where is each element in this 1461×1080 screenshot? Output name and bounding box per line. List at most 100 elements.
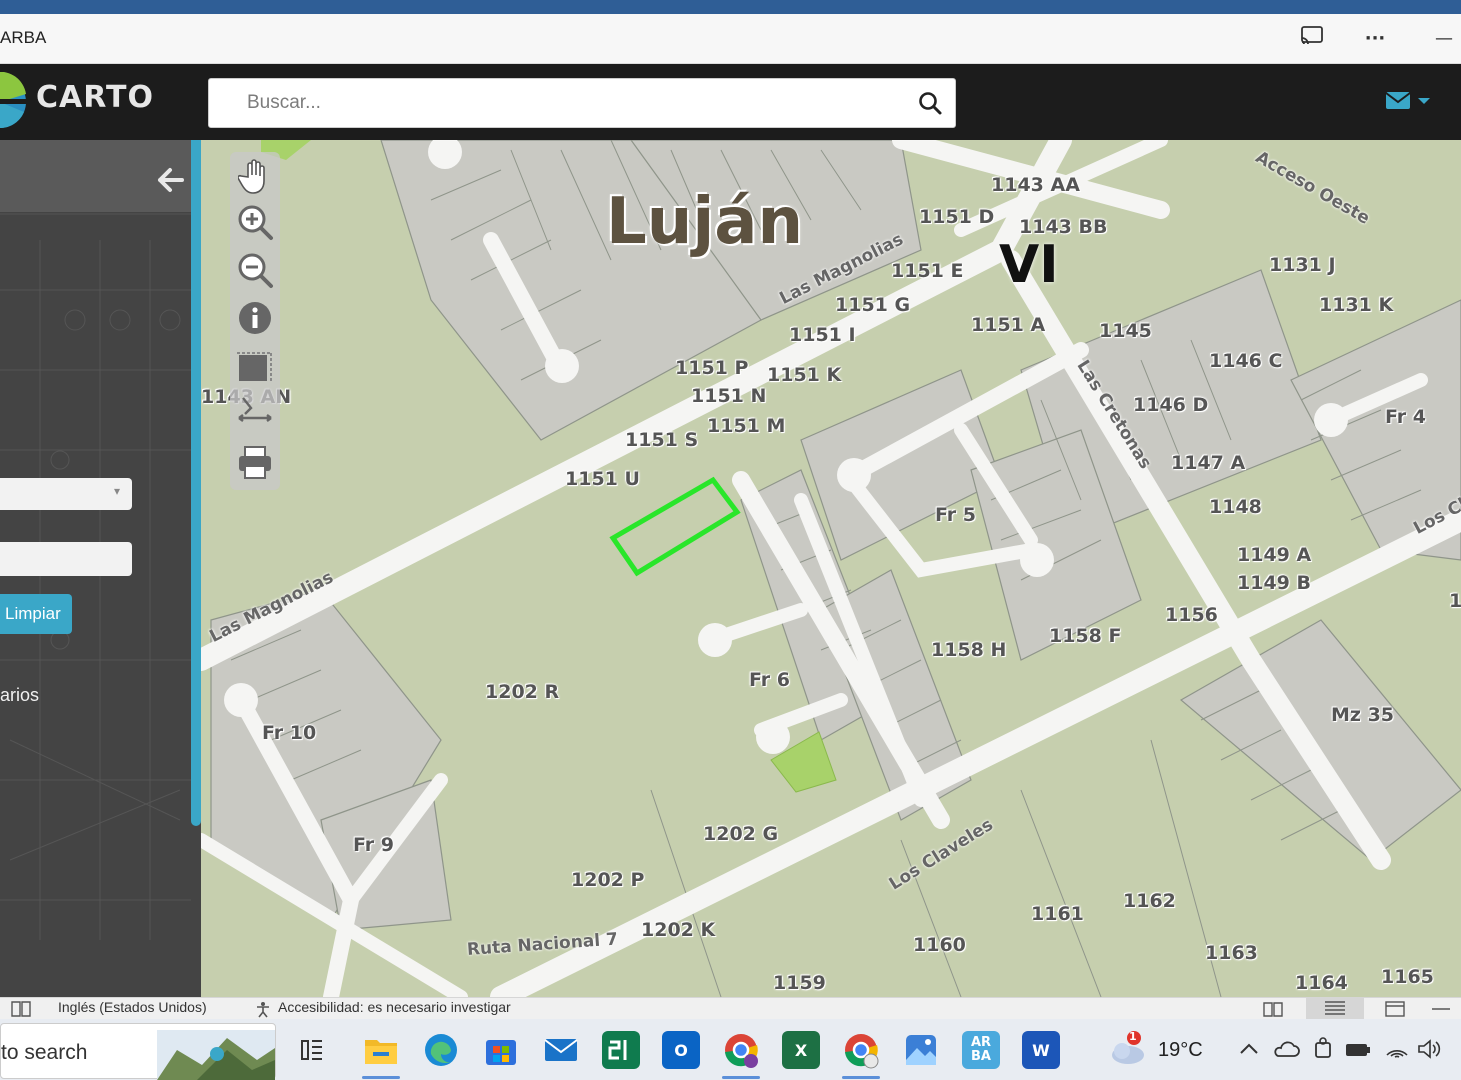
weather-icon[interactable]: 1 (1108, 1030, 1148, 1067)
parcel-label: 1158 H (931, 639, 1007, 661)
parcel-label: Fr 5 (935, 504, 976, 526)
read-mode-icon[interactable] (1262, 1000, 1284, 1018)
results-label: arios (0, 685, 40, 705)
parcel-label: 1149 A (1237, 544, 1312, 566)
parcel-label: 1149 B (1237, 572, 1311, 594)
parcel-label: 1163 (1205, 942, 1258, 964)
web-layout-icon[interactable] (1384, 1000, 1406, 1018)
parcel-label: 1158 F (1049, 625, 1122, 647)
weather-badge: 1 (1129, 1030, 1137, 1043)
zoom-slider-icon[interactable] (1430, 1006, 1452, 1012)
edge-browser-icon[interactable] (422, 1031, 460, 1069)
parcel-label: 1151 D (919, 206, 995, 228)
accessibility-status[interactable]: Accesibilidad: es necesario investigar (278, 999, 511, 1015)
search-input[interactable] (247, 89, 887, 117)
cast-icon[interactable] (1294, 24, 1330, 54)
outlook-icon[interactable]: O (662, 1031, 700, 1069)
info-icon[interactable] (233, 296, 277, 340)
clear-button[interactable]: Limpiar (0, 594, 72, 634)
search-box (208, 78, 956, 128)
parcel-label: Fr 4 (1385, 406, 1426, 428)
parcel-label: 1151 G (835, 294, 911, 316)
parcel-label: Fr 9 (353, 834, 394, 856)
parcel-label: 1146 D (1133, 394, 1209, 416)
parcel-label: 1165 (1381, 966, 1434, 988)
brand-name: CARTO (36, 80, 154, 115)
window-title: ARBA (0, 28, 47, 47)
chrome-icon[interactable] (842, 1031, 880, 1079)
sidebar-edge (191, 140, 201, 826)
temperature[interactable]: 19°C (1158, 1039, 1203, 1062)
volume-icon[interactable] (1416, 1039, 1442, 1059)
parcel-label: 1143 BB (1019, 216, 1108, 238)
file-explorer-icon[interactable] (362, 1031, 400, 1079)
filter-select[interactable]: ▾ (0, 478, 132, 510)
task-view-icon[interactable] (292, 1031, 330, 1069)
app-navbar: CARTO (0, 64, 1461, 140)
pan-icon[interactable] (233, 154, 277, 198)
city-label: Luján (606, 185, 804, 259)
zoom-out-icon[interactable] (233, 248, 277, 292)
language-status[interactable]: Inglés (Estados Unidos) (58, 999, 207, 1015)
parcel-label: 1151 P (675, 357, 749, 379)
parcel-label: 1202 P (571, 869, 645, 891)
mail-icon[interactable] (542, 1031, 580, 1069)
chevron-down-icon: ▾ (113, 484, 120, 498)
parcel-label: 1162 (1123, 890, 1176, 912)
parcel-label: 1151 N (691, 385, 767, 407)
battery-icon[interactable] (1344, 1041, 1372, 1059)
parcel-label: 1151 K (767, 364, 842, 386)
status-bar: Inglés (Estados Unidos) Accesibilidad: e… (0, 997, 1461, 1019)
carto-logo-icon (0, 71, 28, 132)
search-icon[interactable] (917, 90, 945, 118)
parcel-label: 1151 U (565, 468, 640, 490)
chevron-up-icon[interactable] (1238, 1041, 1260, 1057)
chrome-profile-icon[interactable] (722, 1031, 760, 1079)
meet-now-icon[interactable] (1312, 1037, 1336, 1061)
search-highlight-image (157, 1030, 275, 1080)
parcel-label: 1151 A (971, 314, 1046, 336)
parcel-label: 1131 K (1319, 294, 1394, 316)
map-toolbar (230, 152, 280, 490)
parcel-label: 1147 A (1171, 452, 1246, 474)
window-top-stripe (0, 0, 1461, 14)
sidebar-panel: ▾ Limpiar arios (0, 140, 201, 997)
word-icon[interactable]: W (1022, 1031, 1060, 1069)
excel-icon[interactable]: X (782, 1031, 820, 1069)
parcel-label: 1156 (1165, 604, 1218, 626)
parcel-label: 1202 R (485, 681, 560, 703)
calendar-app-icon[interactable] (602, 1031, 640, 1069)
parcel-label: 1160 (913, 934, 966, 956)
taskbar-search[interactable]: to search (0, 1023, 276, 1080)
parcel-label: 1148 (1209, 496, 1262, 518)
print-icon[interactable] (233, 440, 277, 484)
parcel-label: 1143 AA (991, 174, 1080, 196)
print-layout-button[interactable] (1306, 997, 1364, 1019)
messages-dropdown-button[interactable] (1384, 86, 1436, 116)
parcel-label: 1159 (773, 972, 826, 994)
book-icon (11, 1001, 31, 1017)
wifi-icon[interactable] (1384, 1039, 1410, 1059)
parcel-label: 1202 G (703, 823, 779, 845)
minimize-button[interactable]: — (1426, 24, 1461, 54)
parcel-label: 1 (1449, 590, 1461, 612)
store-icon[interactable] (482, 1031, 520, 1069)
parcel-label: 1151 M (707, 415, 786, 437)
arba-app-icon[interactable]: AR BA (962, 1031, 1000, 1069)
select-area-icon[interactable] (233, 346, 277, 390)
zoom-in-icon[interactable] (233, 200, 277, 244)
window-titlebar: ARBA ··· — (0, 14, 1461, 64)
map-canvas[interactable]: Luján VI 1143 AA 1151 D 1143 BB 1151 E 1… (201, 140, 1461, 997)
parcel-label: Mz 35 (1331, 704, 1395, 726)
taskbar: to search O X AR BA W 1 19°C (0, 1019, 1461, 1080)
parcel-label: 1164 (1295, 972, 1348, 994)
back-arrow-icon[interactable] (152, 162, 188, 198)
more-options-button[interactable]: ··· (1357, 24, 1393, 54)
sector-label: VI (999, 235, 1059, 295)
photos-icon[interactable] (902, 1031, 940, 1069)
onedrive-icon[interactable] (1272, 1039, 1300, 1059)
accessibility-icon (257, 1002, 269, 1018)
measure-icon[interactable] (233, 392, 277, 436)
filter-input[interactable] (0, 542, 132, 576)
parcel-label: 1146 C (1209, 350, 1283, 372)
